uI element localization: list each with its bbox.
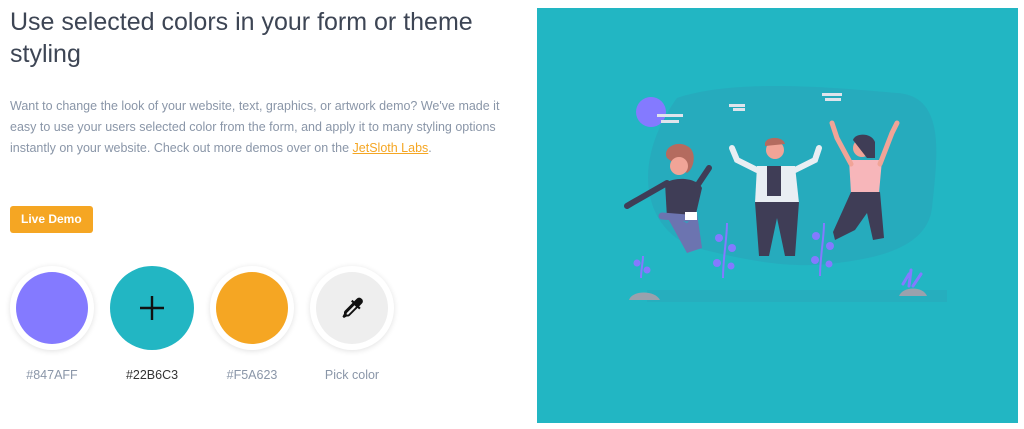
page-title: Use selected colors in your form or them… <box>10 8 473 68</box>
live-demo-button[interactable]: Live Demo <box>10 206 93 233</box>
swatch-label: #847AFF <box>26 368 78 382</box>
swatch-ring[interactable] <box>210 266 294 350</box>
swatch-orange[interactable]: #F5A623 <box>210 266 294 382</box>
people-jumping-illustration <box>624 86 947 302</box>
pick-color-button[interactable] <box>316 272 388 344</box>
description-end: . <box>428 141 432 155</box>
swatch-teal[interactable]: #22B6C3 <box>110 266 194 382</box>
swatch-ring[interactable] <box>310 266 394 350</box>
plus-icon <box>140 296 164 320</box>
swatch-color-dot[interactable] <box>110 266 194 350</box>
jetsloth-labs-link[interactable]: JetSloth Labs <box>353 141 429 155</box>
swatch-ring[interactable] <box>110 266 194 350</box>
swatch-purple[interactable]: #847AFF <box>10 266 94 382</box>
swatch-color-dot[interactable] <box>16 272 88 344</box>
swatch-color-dot[interactable] <box>216 272 288 344</box>
swatch-label: Pick color <box>324 368 380 382</box>
swatch-label: #F5A623 <box>226 368 278 382</box>
swatch-ring[interactable] <box>10 266 94 350</box>
illustration-panel <box>537 8 1018 423</box>
swatch-pick-color[interactable]: Pick color <box>310 266 394 382</box>
description-text: Want to change the look of your website,… <box>10 96 500 159</box>
content-column: Use selected colors in your form or them… <box>10 0 510 429</box>
swatch-label: #22B6C3 <box>125 368 179 382</box>
eyedropper-icon <box>342 297 363 318</box>
color-swatches: #847AFF #22B6C3 #F5A623 Pick color <box>10 266 410 396</box>
